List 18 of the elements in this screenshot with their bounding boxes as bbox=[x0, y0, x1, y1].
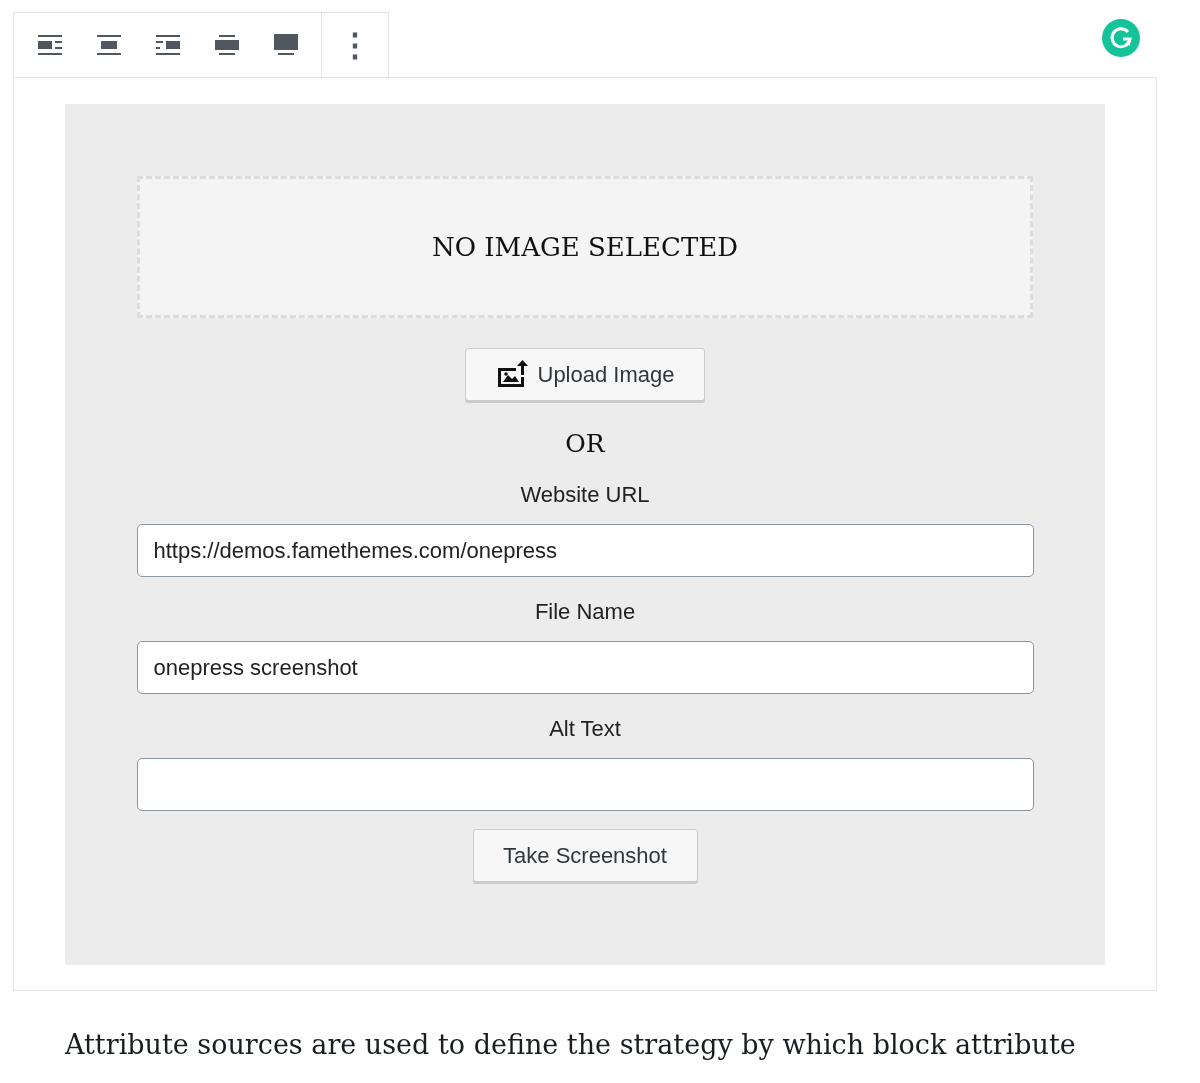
align-left-icon bbox=[36, 32, 63, 58]
no-image-text: NO IMAGE SELECTED bbox=[431, 232, 739, 262]
field-label: Alt Text bbox=[549, 716, 621, 742]
upload-image-button[interactable]: Upload Image bbox=[465, 348, 705, 401]
align-full-icon bbox=[272, 32, 299, 58]
more-options-button[interactable]: ⋮ bbox=[322, 13, 388, 77]
image-upload-icon bbox=[495, 359, 530, 390]
take-screenshot-button[interactable]: Take Screenshot bbox=[472, 829, 698, 882]
align-wide-icon bbox=[213, 32, 240, 58]
field-label: Website URL bbox=[520, 482, 650, 508]
text-input-field[interactable]: onepress screenshot bbox=[136, 641, 1034, 694]
text-input-field[interactable] bbox=[136, 758, 1034, 811]
text-input-field[interactable]: https://demos.famethemes.com/onepress bbox=[136, 524, 1034, 577]
align-center-icon bbox=[95, 32, 122, 58]
body-paragraph: Attribute sources are used to define the strategy by which block attribute bbox=[65, 1029, 1077, 1060]
field-label: File Name bbox=[534, 599, 636, 625]
align-right-icon bbox=[154, 32, 181, 58]
or-separator: OR bbox=[565, 429, 605, 458]
